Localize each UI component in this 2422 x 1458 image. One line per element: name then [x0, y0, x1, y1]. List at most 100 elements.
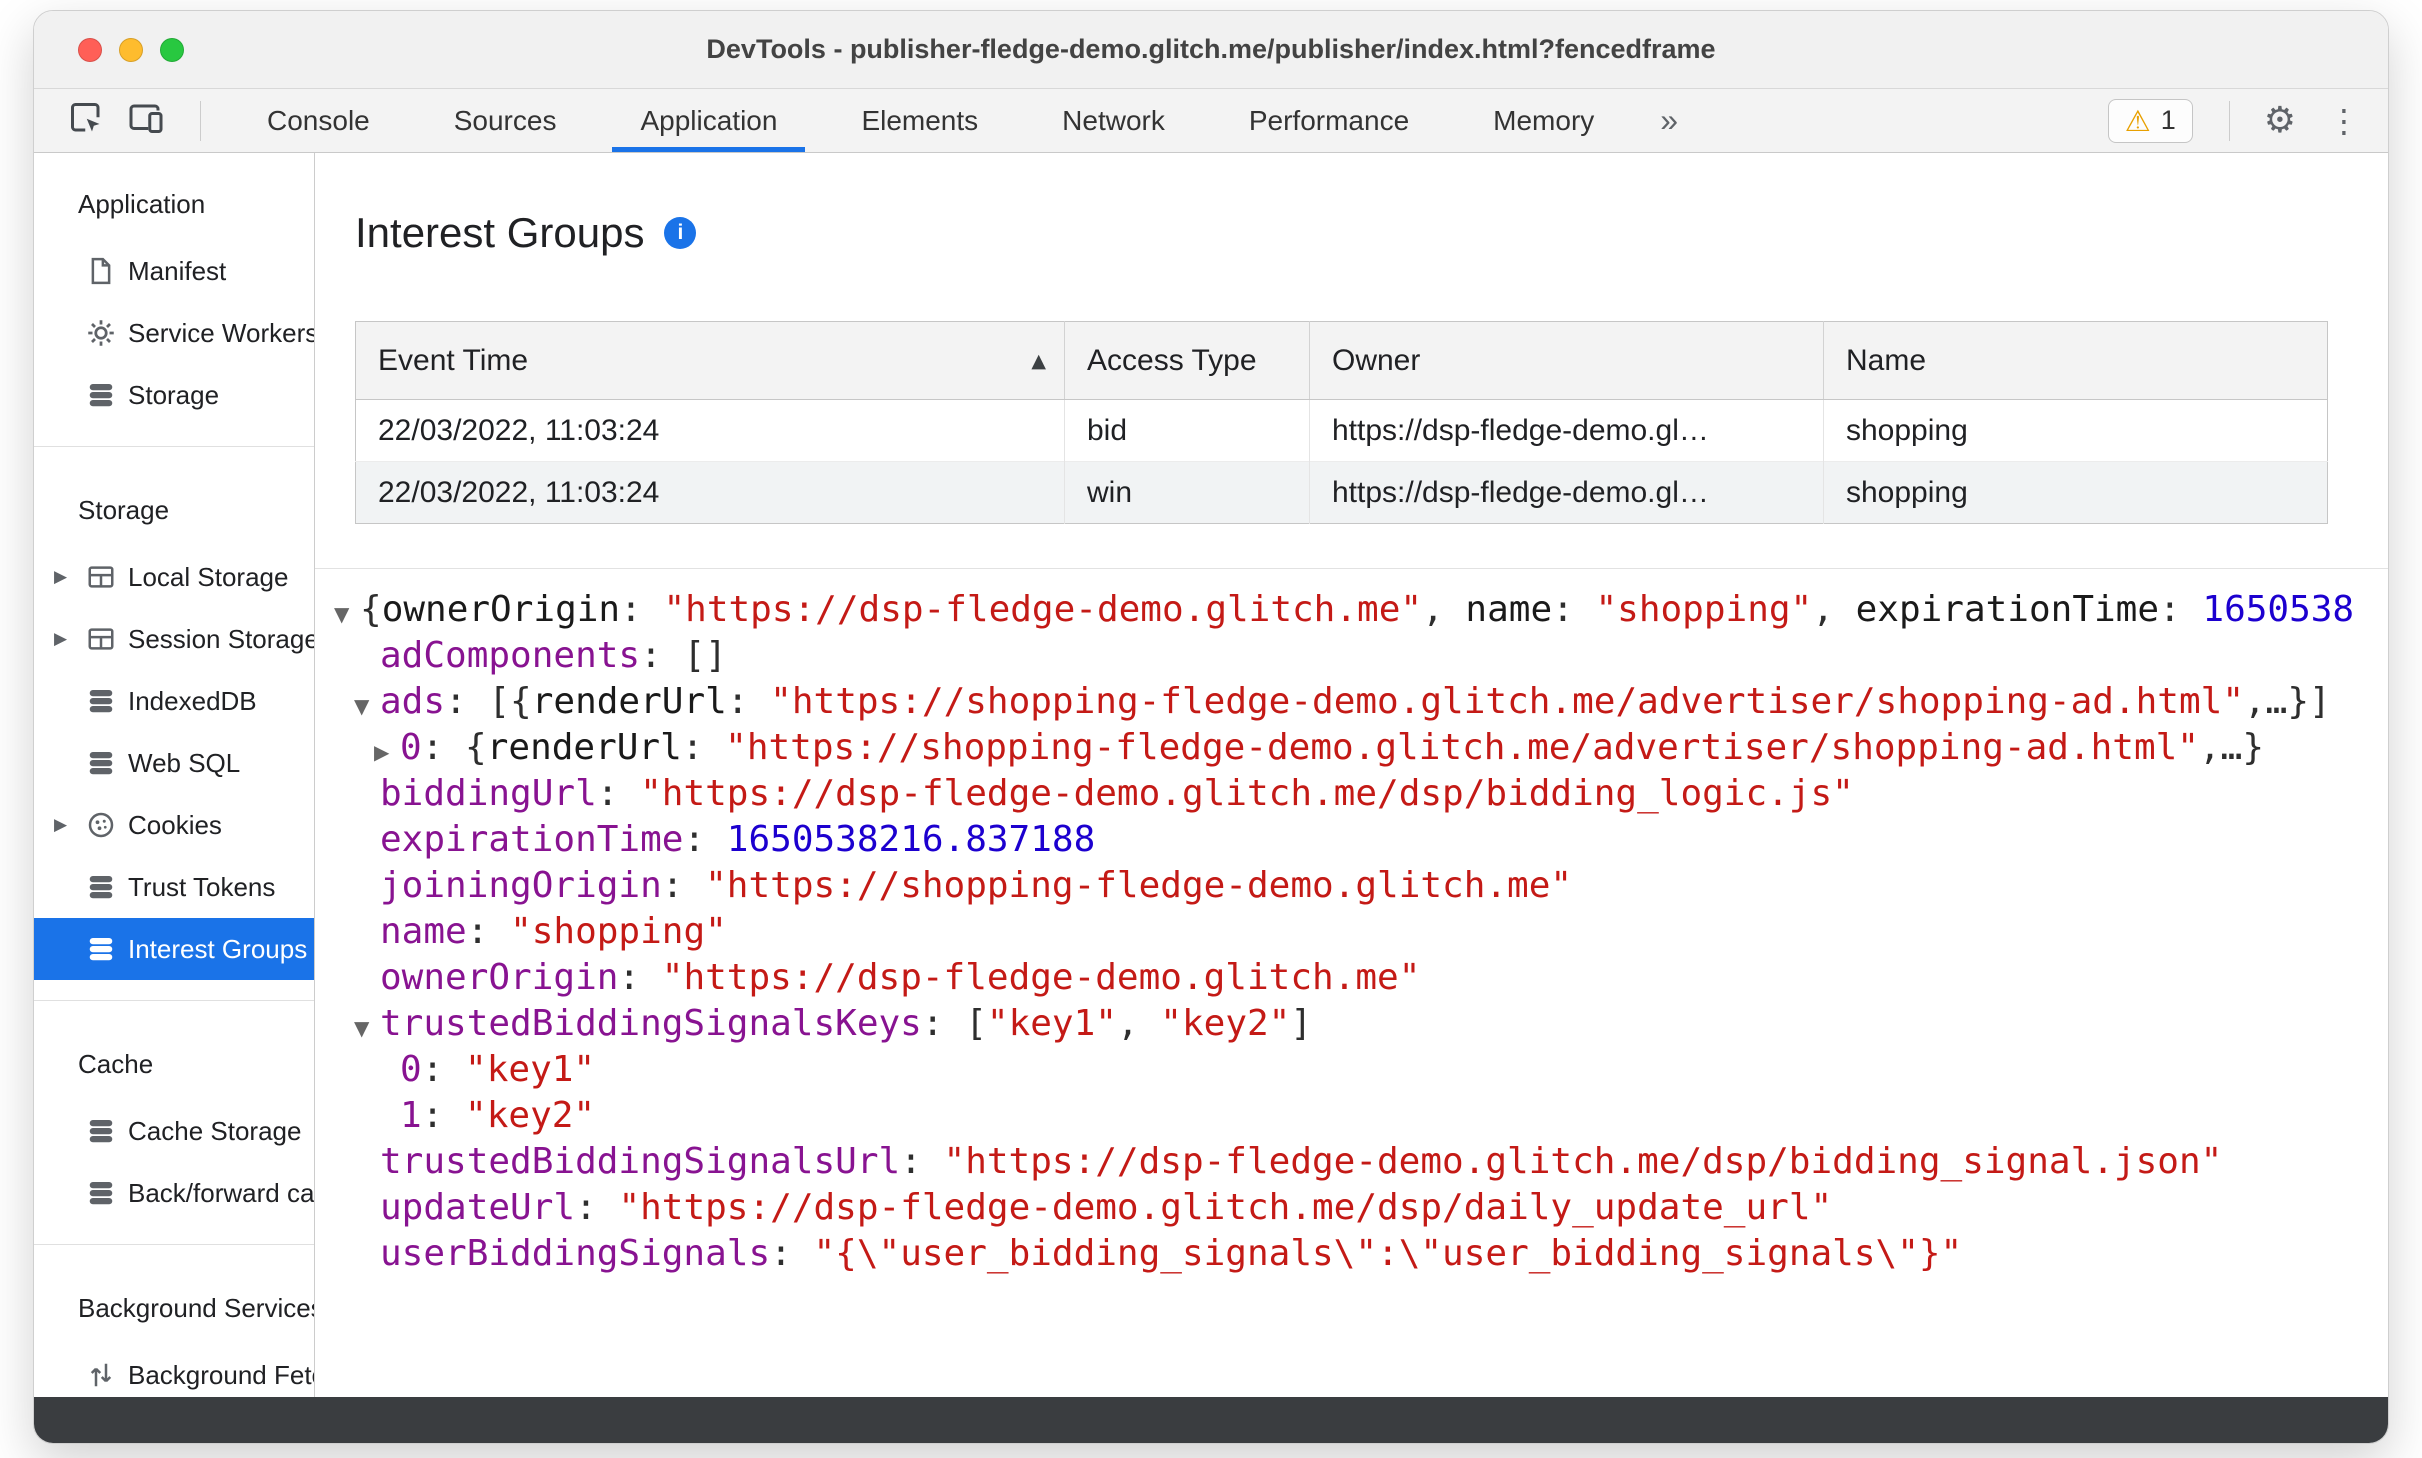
tree-token: : [421, 1049, 466, 1090]
database-icon [86, 380, 116, 410]
issues-warning-badge[interactable]: ⚠ 1 [2107, 98, 2193, 143]
tree-token: biddingUrl [380, 773, 597, 814]
tree-token: trustedBiddingSignalsUrl [380, 1141, 901, 1182]
sidebar-item-trust-tokens[interactable]: Trust Tokens [34, 856, 314, 918]
tree-expand-arrow-icon[interactable]: ▶ [374, 729, 400, 771]
expand-arrow-icon[interactable]: ▶ [54, 815, 86, 835]
tree-line[interactable]: 0: "key1" [315, 1047, 2376, 1093]
application-sidebar: Application Manifest Service Workers Storag… [34, 153, 315, 1443]
tree-line[interactable]: trustedBiddingSignalsUrl: "https://dsp-f… [315, 1139, 2376, 1185]
table-cell: shopping [1823, 399, 2328, 462]
tree-collapse-arrow-icon[interactable]: ▼ [334, 591, 360, 633]
table-header-row: Event Time ▲ Access Type Owner Name [355, 321, 2328, 400]
tree-collapse-arrow-icon[interactable]: ▼ [354, 683, 380, 725]
column-header-event-time[interactable]: Event Time ▲ [355, 321, 1065, 400]
sidebar-item-back-forward-cache[interactable]: Back/forward cache [34, 1162, 314, 1224]
expand-arrow-icon[interactable]: ▶ [54, 629, 86, 649]
tree-token: "https://dsp-fledge-demo.glitch.me/dsp/b… [640, 773, 1854, 814]
tree-token: : [726, 681, 771, 722]
sidebar-item-cache-storage[interactable]: Cache Storage [34, 1100, 314, 1162]
tree-token: renderUrl [531, 681, 727, 722]
window-controls [78, 11, 184, 88]
tree-token: : [620, 589, 664, 630]
info-icon[interactable]: i [664, 217, 697, 249]
tree-token: : [770, 1233, 814, 1274]
tree-token: "shopping" [1595, 589, 1813, 630]
column-header-owner[interactable]: Owner [1309, 321, 1824, 400]
devtools-window: DevTools - publisher-fledge-demo.glitch.… [33, 10, 2389, 1444]
tab-elements[interactable]: Elements [819, 89, 1020, 152]
tree-token: : [421, 1095, 466, 1136]
tree-token: "https://dsp-fledge-demo.glitch.me" [661, 957, 1421, 998]
tab-application[interactable]: Application [598, 89, 819, 152]
tree-line[interactable]: adComponents: [] [315, 633, 2376, 679]
tree-line[interactable]: biddingUrl: "https://dsp-fledge-demo.gli… [315, 771, 2376, 817]
column-header-name[interactable]: Name [1823, 321, 2328, 400]
sidebar-item-web-sql[interactable]: Web SQL [34, 732, 314, 794]
tree-line[interactable]: name: "shopping" [315, 909, 2376, 955]
sidebar-item-service-workers[interactable]: Service Workers [34, 302, 314, 364]
tree-line[interactable]: updateUrl: "https://dsp-fledge-demo.glit… [315, 1185, 2376, 1231]
tree-token: { [360, 589, 382, 630]
sidebar-item-local-storage[interactable]: ▶ Local Storage [34, 546, 314, 608]
device-toolbar-button[interactable] [122, 97, 170, 145]
info-icon-glyph: i [677, 221, 684, 244]
tree-line[interactable]: joiningOrigin: "https://shopping-fledge-… [315, 863, 2376, 909]
tree-token: "https://dsp-fledge-demo.glitch.me" [663, 589, 1423, 630]
warning-icon: ⚠ [2124, 103, 2151, 138]
tree-token: "key1" [465, 1049, 596, 1090]
tree-line[interactable]: ▼ ads: [{renderUrl: "https://shopping-fle… [315, 679, 2376, 725]
table-cell: bid [1064, 399, 1310, 462]
titlebar: DevTools - publisher-fledge-demo.glitch.… [34, 11, 2388, 89]
window-title: DevTools - publisher-fledge-demo.glitch.… [706, 34, 1716, 64]
sidebar-item-interest-groups[interactable]: Interest Groups [34, 918, 314, 980]
tree-token: : [681, 727, 726, 768]
tab-memory[interactable]: Memory [1451, 89, 1636, 152]
manifest-icon [86, 256, 116, 286]
tree-line[interactable]: ownerOrigin: "https://dsp-fledge-demo.gl… [315, 955, 2376, 1001]
tab-network[interactable]: Network [1020, 89, 1207, 152]
panel-tabs: Console Sources Application Elements Network… [225, 89, 1636, 152]
zoom-window-button[interactable] [160, 37, 184, 62]
sidebar-item-label: Session Storage [128, 623, 314, 654]
tree-token: "https://shopping-fledge-demo.glitch.me/… [725, 727, 2199, 768]
toolbar-divider [2228, 100, 2230, 141]
sidebar-section-title-cache: Cache [78, 1049, 154, 1079]
inspect-element-button[interactable] [62, 97, 110, 145]
tab-sources[interactable]: Sources [412, 89, 599, 152]
cookie-icon [86, 810, 116, 840]
tree-line[interactable]: 1: "key2" [315, 1093, 2376, 1139]
sidebar-section-title-background-services: Background Services [78, 1293, 314, 1323]
more-tabs-button[interactable]: » [1636, 102, 1702, 139]
sidebar-item-cookies[interactable]: ▶ Cookies [34, 794, 314, 856]
table-row[interactable]: 22/03/2022, 11:03:24 win https://dsp-fledg… [355, 461, 2328, 524]
sidebar-item-indexeddb[interactable]: IndexedDB [34, 670, 314, 732]
interest-groups-panel: Interest Groups i Event Time ▲ Access Type… [315, 153, 2388, 1443]
kebab-menu-button[interactable]: ⋮ [2312, 102, 2388, 140]
tab-performance[interactable]: Performance [1207, 89, 1451, 152]
tree-token: , [1422, 589, 1466, 630]
database-icon [86, 934, 116, 964]
sidebar-item-storage[interactable]: Storage [34, 364, 314, 426]
table-row[interactable]: 22/03/2022, 11:03:24 bid https://dsp-fledg… [356, 399, 2328, 462]
sidebar-item-label: Cache Storage [128, 1115, 302, 1146]
sidebar-item-session-storage[interactable]: ▶ Session Storage [34, 608, 314, 670]
tree-line[interactable]: userBiddingSignals: "{\"user_bidding_sig… [315, 1231, 2376, 1277]
column-header-access-type[interactable]: Access Type [1064, 321, 1310, 400]
table-cell: 22/03/2022, 11:03:24 [355, 461, 1065, 524]
tree-line[interactable]: ▼ trustedBiddingSignalsKeys: ["key1", "ke… [315, 1001, 2376, 1047]
tab-console[interactable]: Console [225, 89, 412, 152]
minimize-window-button[interactable] [119, 37, 143, 62]
settings-gear-button[interactable]: ⚙ [2248, 100, 2312, 141]
tree-collapse-arrow-icon[interactable]: ▼ [354, 1005, 380, 1047]
tab-label: Sources [453, 104, 557, 136]
tree-line[interactable]: ▶ 0: {renderUrl: "https://shopping-fledge… [315, 725, 2376, 771]
sidebar-item-label: Storage [128, 379, 220, 410]
tree-line[interactable]: ▼ {ownerOrigin: "https://dsp-fledge-demo.… [315, 587, 2376, 633]
sidebar-item-label: Background Fetch [128, 1359, 314, 1390]
expand-arrow-icon[interactable]: ▶ [54, 567, 86, 587]
sidebar-item-manifest[interactable]: Manifest [34, 240, 314, 302]
tree-line[interactable]: expirationTime: 1650538216.837188 [315, 817, 2376, 863]
close-window-button[interactable] [78, 37, 102, 62]
tree-token: : [] [640, 635, 727, 676]
